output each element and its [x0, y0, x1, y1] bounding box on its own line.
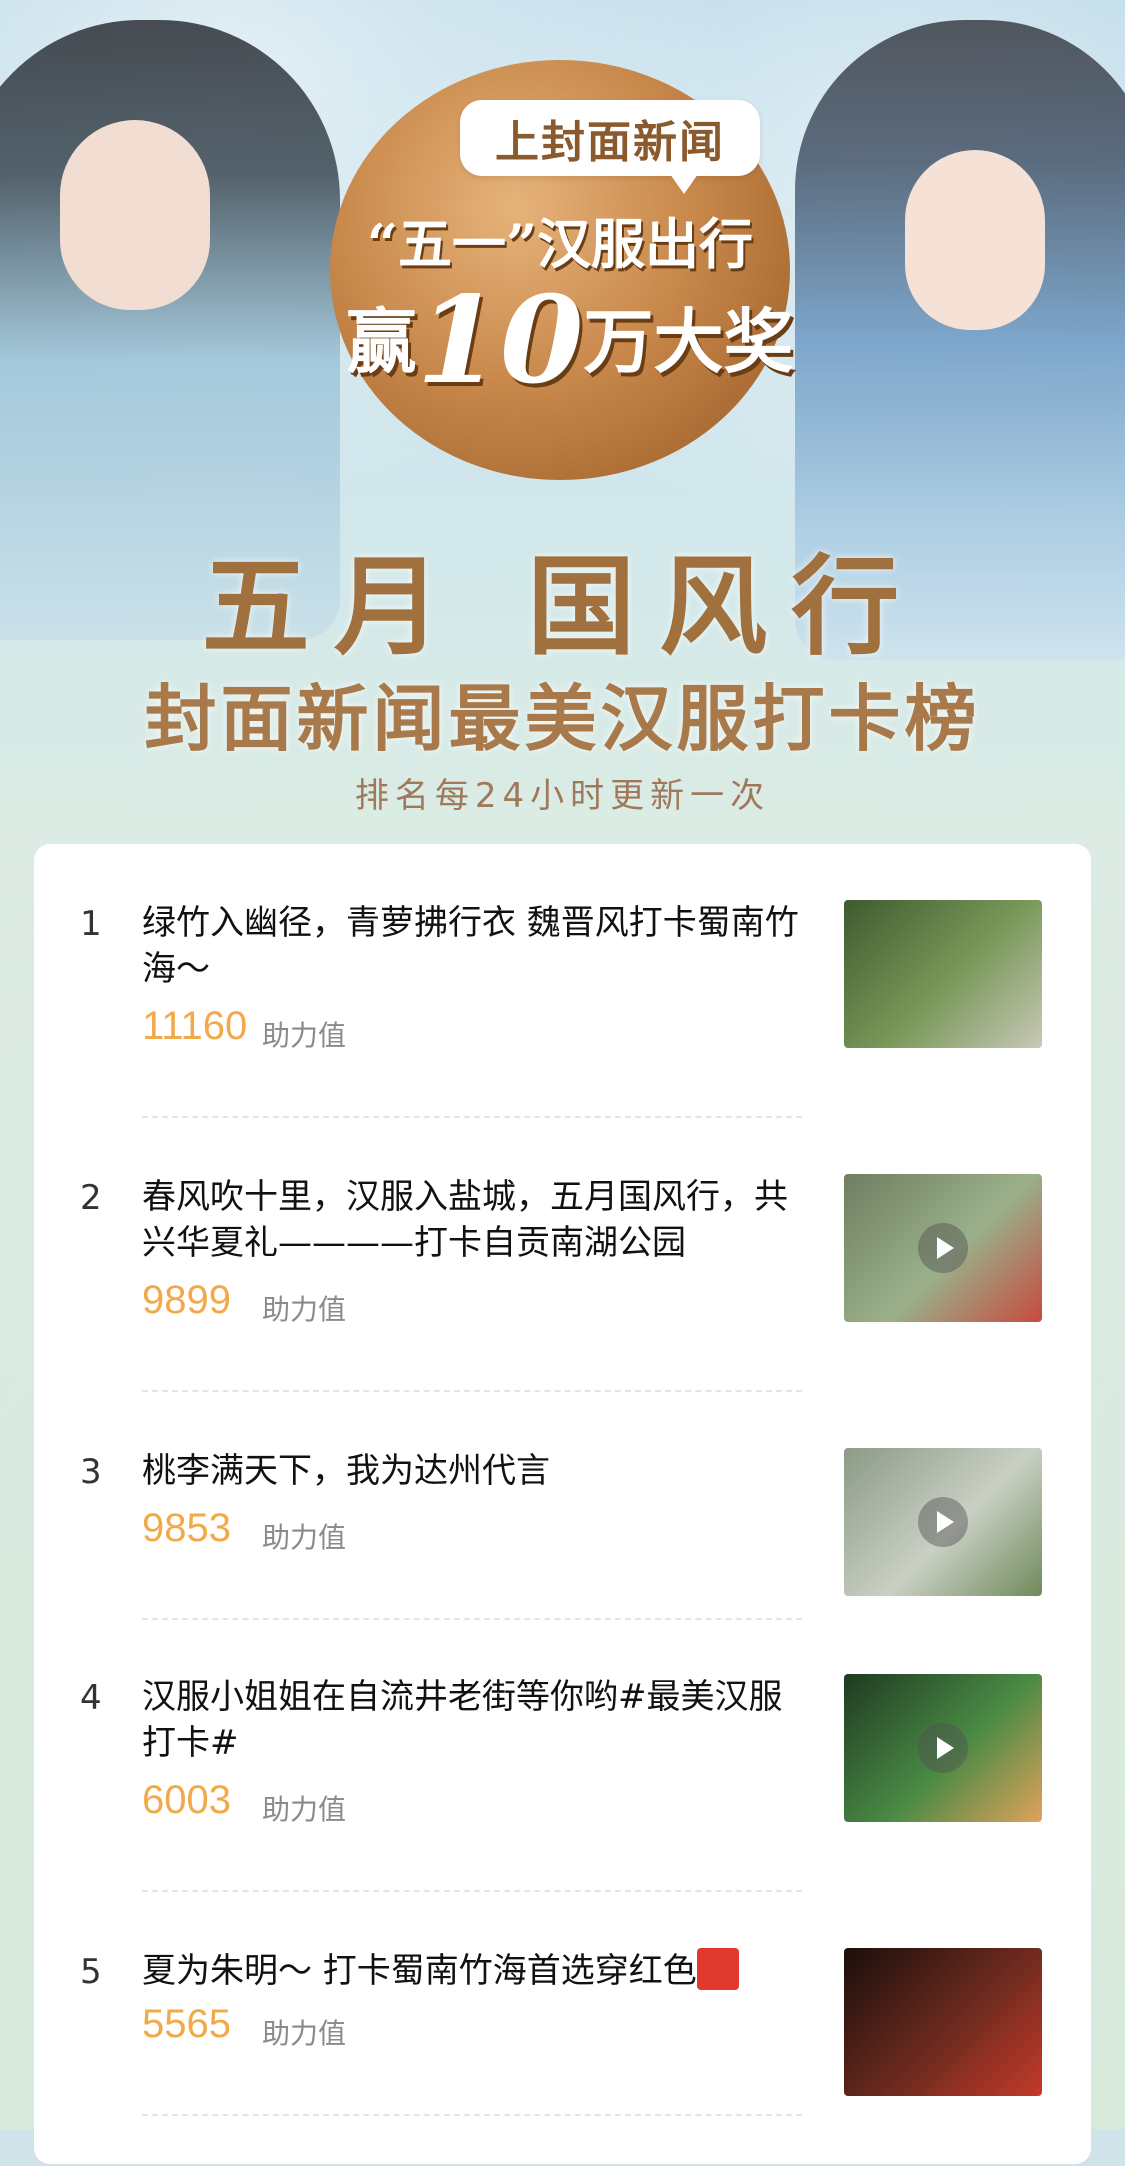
score-value: 5565: [142, 2002, 231, 2046]
slogan-number: 10: [416, 270, 584, 411]
entry-title[interactable]: 桃李满天下，我为达州代言: [142, 1448, 802, 1494]
row-divider: [142, 2114, 802, 2116]
rank-number: 4: [80, 1678, 102, 1718]
banner: 上封面新闻 “五一”汉服出行 赢10万大奖 五月 国风行 封面新闻最美汉服打卡榜…: [0, 0, 1125, 830]
rank-number: 2: [80, 1178, 102, 1218]
ranking-row-2[interactable]: 2 春风吹十里，汉服入盐城，五月国风行，共兴华夏礼————打卡自贡南湖公园 98…: [34, 1118, 1091, 1392]
score-label: 助力值: [262, 2017, 347, 2050]
entry-title[interactable]: 汉服小姐姐在自流井老街等你哟#最美汉服打卡#: [142, 1674, 802, 1766]
entry-title[interactable]: 夏为朱明～ 打卡蜀南竹海首选穿红色: [142, 1948, 802, 1994]
score-value: 11160: [142, 1004, 248, 1048]
red-square-emoji-icon: [696, 1948, 739, 1990]
page-subtitle: 封面新闻最美汉服打卡榜: [144, 676, 981, 761]
figure-left-face: [60, 120, 210, 310]
rank-number: 3: [80, 1452, 102, 1492]
bubble-text: 上封面新闻: [495, 117, 725, 168]
slogan-suffix: 万大奖: [583, 300, 794, 383]
ranking-card: 1 绿竹入幽径，青萝拂行衣 魏晋风打卡蜀南竹海～ 11160 助力值 2 春风吹…: [34, 844, 1091, 2164]
entry-thumbnail[interactable]: [844, 1674, 1042, 1822]
entry-title[interactable]: 绿竹入幽径，青萝拂行衣 魏晋风打卡蜀南竹海～: [142, 900, 802, 992]
speech-bubble: 上封面新闻: [460, 100, 760, 194]
rank-number: 5: [80, 1952, 102, 1992]
score-value: 9899: [142, 1278, 231, 1322]
entry-title-text: 夏为朱明～ 打卡蜀南竹海首选穿红色: [142, 1951, 697, 1991]
score-label: 助力值: [262, 1521, 347, 1554]
entry-thumbnail[interactable]: [844, 900, 1042, 1048]
entry-thumbnail[interactable]: [844, 1448, 1042, 1596]
ranking-row-4[interactable]: 4 汉服小姐姐在自流井老街等你哟#最美汉服打卡# 6003 助力值: [34, 1618, 1091, 1892]
score-value: 6003: [142, 1778, 231, 1822]
page-title: 五月 国风行: [201, 544, 924, 670]
play-icon[interactable]: [918, 1223, 968, 1273]
play-icon[interactable]: [918, 1497, 968, 1547]
score-value: 9853: [142, 1506, 231, 1550]
score-label: 助力值: [262, 1019, 347, 1052]
entry-title[interactable]: 春风吹十里，汉服入盐城，五月国风行，共兴华夏礼————打卡自贡南湖公园: [142, 1174, 802, 1266]
score-label: 助力值: [262, 1793, 347, 1826]
slogan-line-2: 赢10万大奖: [310, 270, 830, 411]
ranking-row-5[interactable]: 5 夏为朱明～ 打卡蜀南竹海首选穿红色 5565 助力值: [34, 1892, 1091, 2166]
play-icon[interactable]: [918, 1723, 968, 1773]
slogan-prefix: 赢: [346, 300, 417, 383]
figure-right-face: [905, 150, 1045, 330]
ranking-row-1[interactable]: 1 绿竹入幽径，青萝拂行衣 魏晋风打卡蜀南竹海～ 11160 助力值: [34, 844, 1091, 1118]
slogan-line-1: “五一”汉服出行: [366, 212, 754, 276]
rank-number: 1: [80, 904, 102, 944]
entry-thumbnail[interactable]: [844, 1948, 1042, 2096]
ranking-row-3[interactable]: 3 桃李满天下，我为达州代言 9853 助力值: [34, 1392, 1091, 1620]
update-note: 排名每24小时更新一次: [354, 776, 771, 816]
score-label: 助力值: [262, 1293, 347, 1326]
entry-thumbnail[interactable]: [844, 1174, 1042, 1322]
